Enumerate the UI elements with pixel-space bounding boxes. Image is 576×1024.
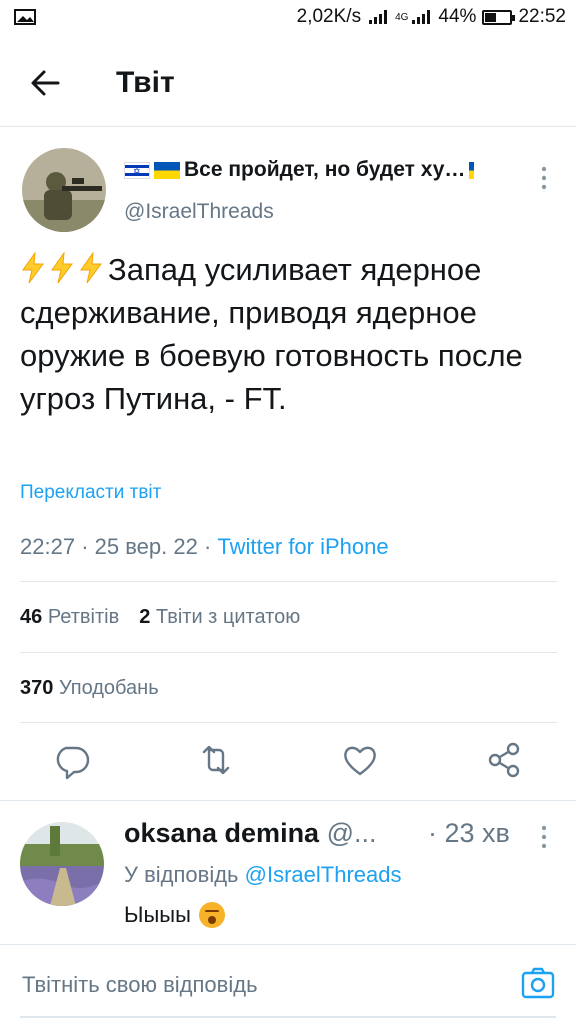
tweet-source-link[interactable]: Twitter for iPhone bbox=[217, 534, 388, 559]
reply-to-handle-link[interactable]: @IsraelThreads bbox=[245, 862, 402, 887]
network-speed: 2,02K/s bbox=[296, 6, 362, 27]
input-underline bbox=[20, 1016, 556, 1018]
lightning-emojis bbox=[20, 252, 104, 284]
reply-author-name: oksana demina bbox=[124, 818, 320, 848]
status-bar: 2,02K/s 4G 44% 22:52 bbox=[0, 0, 576, 36]
network-type: 4G bbox=[395, 11, 409, 23]
signal-icon bbox=[369, 10, 388, 24]
top-app-bar: Твіт bbox=[0, 48, 576, 127]
israel-flag-icon: ✡ bbox=[124, 161, 150, 179]
retweet-stats: 46 Ретвітів 2 Твіти з цитатою bbox=[20, 606, 300, 629]
reply-icon[interactable] bbox=[52, 740, 92, 780]
quotes-stat[interactable]: 2 Твіти з цитатою bbox=[139, 606, 300, 629]
translate-link[interactable]: Перекласти твіт bbox=[20, 482, 161, 504]
reply-more-options-icon[interactable] bbox=[534, 822, 554, 852]
lightning-emoji-icon bbox=[80, 252, 102, 284]
ukraine-flag-icon bbox=[154, 161, 180, 179]
tweet-time: 22:27 bbox=[20, 534, 76, 559]
battery-icon bbox=[482, 9, 516, 25]
reply-time: · 23 хв bbox=[428, 818, 510, 848]
reply-author-avatar[interactable] bbox=[20, 822, 104, 906]
share-icon[interactable] bbox=[484, 740, 524, 780]
retweet-icon[interactable] bbox=[196, 740, 236, 780]
lavender-field-photo-icon bbox=[20, 822, 104, 906]
back-arrow-icon[interactable] bbox=[28, 66, 62, 100]
divider bbox=[0, 800, 576, 801]
reply-author-handle: @... bbox=[326, 818, 377, 848]
reply-input[interactable] bbox=[20, 967, 504, 1003]
like-stats: 370 Уподобань bbox=[20, 677, 159, 700]
author-avatar[interactable] bbox=[22, 148, 106, 232]
author-name-row[interactable]: ✡ Все пройдет, но будет ху… bbox=[124, 158, 494, 182]
lightning-emoji-icon bbox=[51, 252, 73, 284]
tweet-meta: 22:27 · 25 вер. 22 · Twitter for iPhone bbox=[20, 534, 389, 559]
author-handle[interactable]: @IsraelThreads bbox=[124, 200, 274, 224]
reply-composer bbox=[20, 955, 556, 1015]
more-options-icon[interactable] bbox=[534, 163, 554, 193]
ukraine-flag-icon bbox=[469, 161, 475, 179]
reply-author-row[interactable]: oksana demina @... bbox=[124, 818, 377, 849]
tweet-date: 25 вер. 22 bbox=[94, 534, 198, 559]
divider bbox=[20, 722, 557, 723]
clock: 22:52 bbox=[518, 6, 566, 27]
reply-to-line: У відповідь @IsraelThreads bbox=[124, 862, 402, 887]
image-notification-icon bbox=[14, 9, 36, 25]
tweet-actions bbox=[0, 740, 576, 786]
camera-icon[interactable] bbox=[520, 965, 556, 1001]
reply-text: Ыыыы bbox=[124, 902, 225, 928]
lightning-emoji-icon bbox=[22, 252, 44, 284]
retweets-stat[interactable]: 46 Ретвітів bbox=[20, 606, 119, 629]
signal-4g-icon bbox=[412, 10, 431, 24]
tweet-text: Запад усиливает ядерное сдерживание, при… bbox=[20, 248, 560, 420]
astonished-face-emoji-icon bbox=[198, 902, 225, 928]
page-title: Твіт bbox=[116, 66, 175, 99]
divider bbox=[20, 652, 557, 653]
likes-stat[interactable]: 370 Уподобань bbox=[20, 677, 159, 700]
author-display-name: Все пройдет, но будет ху… bbox=[184, 158, 466, 181]
divider bbox=[0, 944, 576, 945]
soldier-photo-icon bbox=[22, 148, 106, 232]
like-heart-icon[interactable] bbox=[340, 740, 380, 780]
divider bbox=[20, 581, 557, 582]
battery-percent: 44% bbox=[438, 6, 477, 27]
